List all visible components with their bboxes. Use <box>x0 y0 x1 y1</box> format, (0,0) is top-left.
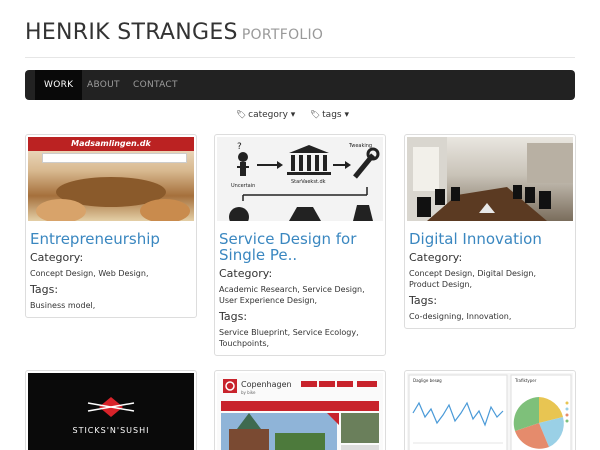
thumb-title: Copenhagen <box>241 380 292 389</box>
thumb-search-bar <box>42 153 187 163</box>
project-card-sticks-n-sushi[interactable]: STICKS'N'SUSHI <box>25 370 197 450</box>
project-card-entrepreneurship[interactable]: Madsamlingen.dk Entrepreneurship Categor… <box>25 134 197 318</box>
category-values: Concept Design, Digital Design, Product … <box>409 269 536 289</box>
project-thumbnail[interactable]: Madsamlingen.dk <box>28 137 194 221</box>
site-title-subtitle: PORTFOLIO <box>241 27 324 43</box>
svg-text:?: ? <box>237 142 242 152</box>
project-card-service-design[interactable]: ? Uncertain StarVaekst.dk Tweaking Servi… <box>214 134 386 356</box>
thumb-banner: Madsamlingen.dk <box>28 137 194 151</box>
tags-label: Tags: <box>409 294 438 307</box>
category-label: Category: <box>409 251 463 264</box>
nav-item-about[interactable]: ABOUT <box>78 70 129 100</box>
tag-icon: 🏷 <box>236 110 247 119</box>
project-title[interactable]: Entrepreneurship <box>30 231 194 247</box>
project-card-digital-innovation[interactable]: Digital Innovation Category: Concept Des… <box>404 134 576 329</box>
nav-item-work[interactable]: WORK <box>35 70 83 100</box>
filter-bar: 🏷 category ▾ 🏷 tags ▾ <box>0 110 600 124</box>
thumb-chart-title: Daglige besøg <box>413 378 442 383</box>
main-navbar: WORK ABOUT CONTACT <box>25 70 575 100</box>
site-title: HENRIK STRANGES PORTFOLIO <box>25 20 575 45</box>
project-card-dashboard[interactable]: Daglige besøg Trafiktyper <box>404 370 576 450</box>
copenhagen-site-screenshot: Copenhagen by bike <box>217 373 383 450</box>
project-thumbnail[interactable]: STICKS'N'SUSHI <box>28 373 194 450</box>
sticks-n-sushi-logo: STICKS'N'SUSHI <box>72 397 149 435</box>
tags-label: Tags: <box>30 283 59 296</box>
project-thumbnail[interactable]: Copenhagen by bike <box>217 373 383 450</box>
category-label: Category: <box>30 251 84 264</box>
tags-filter-dropdown[interactable]: 🏷 tags ▾ <box>310 110 349 120</box>
category-label: Category: <box>219 267 273 280</box>
dashboard-screenshot: Daglige besøg Trafiktyper <box>407 373 573 450</box>
tags-values: Service Blueprint, Service Ecology, Touc… <box>219 328 359 348</box>
thumb-label-tweaking: Tweaking <box>348 143 372 149</box>
tags-filter-label: tags ▾ <box>322 110 349 120</box>
thumb-label-uncertain: Uncertain <box>231 183 255 189</box>
site-title-name: HENRIK STRANGES <box>25 20 238 45</box>
thumb-subtitle: by bike <box>241 390 256 395</box>
site-header: HENRIK STRANGES PORTFOLIO <box>25 20 575 58</box>
thumb-pie-title: Trafiktyper <box>514 378 537 383</box>
category-filter-label: category ▾ <box>248 110 296 120</box>
category-values: Concept Design, Web Design, <box>30 269 149 278</box>
tags-label: Tags: <box>219 310 248 323</box>
tags-values: Business model, <box>30 301 96 310</box>
thumb-label-starvaekst: StarVaekst.dk <box>291 179 326 185</box>
project-thumbnail[interactable]: Daglige besøg Trafiktyper <box>407 373 573 450</box>
category-filter-dropdown[interactable]: 🏷 category ▾ <box>236 110 295 120</box>
project-title[interactable]: Digital Innovation <box>409 231 573 247</box>
project-title[interactable]: Service Design for Single Pe.. <box>219 231 369 263</box>
tags-values: Co-designing, Innovation, <box>409 312 512 321</box>
tag-icon: 🏷 <box>310 110 321 119</box>
nav-item-contact[interactable]: CONTACT <box>124 70 187 100</box>
thumb-logo-text: STICKS'N'SUSHI <box>72 426 149 435</box>
thumb-food-shape <box>140 199 190 221</box>
thumb-food-shape <box>36 199 86 221</box>
boardroom-photo <box>407 137 573 221</box>
project-card-copenhagen-by-bike[interactable]: Copenhagen by bike <box>214 370 386 450</box>
category-values: Academic Research, Service Design, User … <box>219 285 365 305</box>
project-thumbnail[interactable] <box>407 137 573 221</box>
service-diagram-illustration: ? Uncertain StarVaekst.dk Tweaking <box>229 142 380 221</box>
project-thumbnail[interactable]: ? Uncertain StarVaekst.dk Tweaking <box>217 137 383 221</box>
